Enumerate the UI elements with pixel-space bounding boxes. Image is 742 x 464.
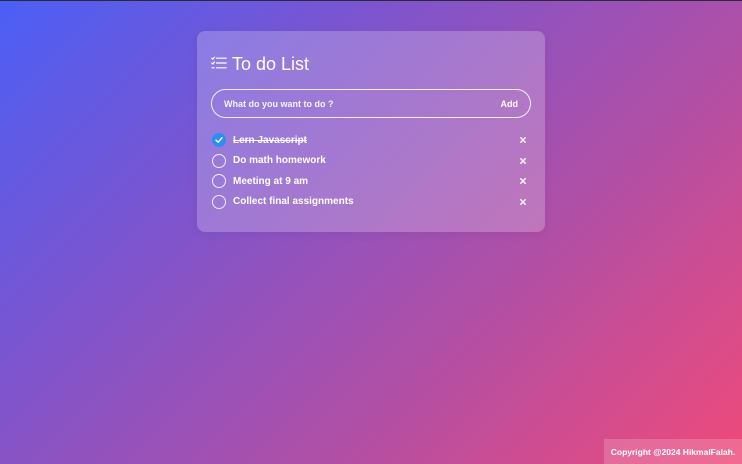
delete-button[interactable] bbox=[518, 135, 528, 145]
delete-button[interactable] bbox=[518, 197, 528, 207]
todo-text: Meeting at 9 am bbox=[233, 175, 309, 187]
check-icon bbox=[215, 137, 223, 144]
close-icon bbox=[520, 137, 526, 144]
copyright-footer: Copyright @2024 HikmalFalah. bbox=[604, 439, 742, 464]
delete-button[interactable] bbox=[518, 156, 528, 166]
delete-button[interactable] bbox=[518, 176, 528, 186]
close-icon bbox=[520, 198, 526, 205]
add-todo-form: Add bbox=[211, 89, 531, 118]
todo-card: To do List Add Lern Javascript Do math h… bbox=[197, 31, 545, 232]
add-button[interactable]: Add bbox=[501, 99, 519, 109]
list-item[interactable]: Do math homework bbox=[211, 151, 531, 172]
close-icon bbox=[520, 157, 526, 164]
checkbox-checked[interactable] bbox=[212, 133, 226, 148]
close-icon bbox=[520, 178, 526, 185]
todo-input[interactable] bbox=[224, 98, 464, 109]
page-title: To do List bbox=[232, 53, 310, 74]
list-check-icon bbox=[211, 54, 232, 75]
todo-list: Lern Javascript Do math homework Meeting… bbox=[211, 130, 531, 212]
app-header: To do List bbox=[211, 53, 531, 75]
checkbox[interactable] bbox=[212, 194, 226, 209]
todo-text: Lern Javascript bbox=[233, 134, 307, 146]
list-item[interactable]: Lern Javascript bbox=[211, 130, 531, 151]
checkbox[interactable] bbox=[212, 174, 226, 189]
todo-text: Do math homework bbox=[233, 155, 326, 167]
list-item[interactable]: Collect final assignments bbox=[211, 192, 531, 213]
todo-text: Collect final assignments bbox=[233, 196, 354, 208]
list-item[interactable]: Meeting at 9 am bbox=[211, 171, 531, 192]
checkbox[interactable] bbox=[212, 153, 226, 168]
